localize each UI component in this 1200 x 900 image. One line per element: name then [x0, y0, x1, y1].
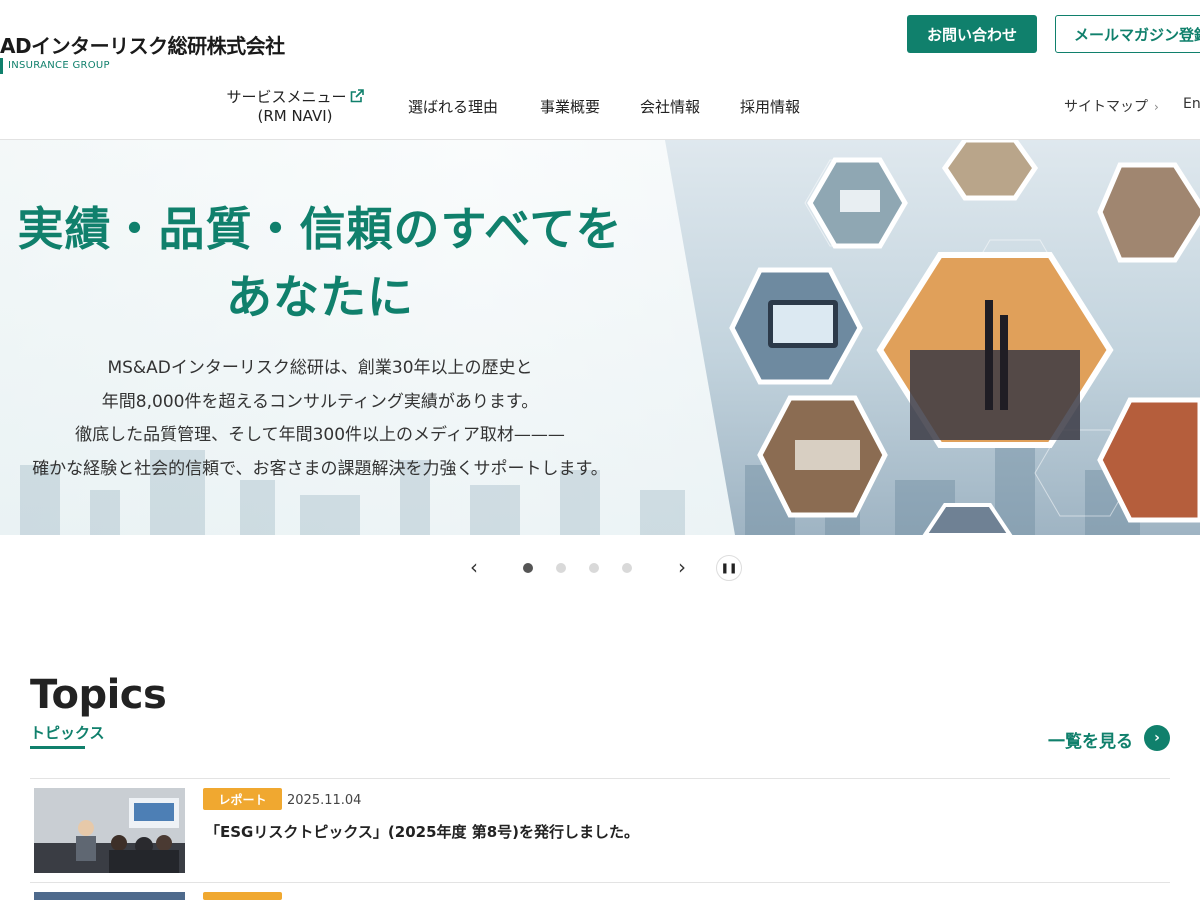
topic-date: 2025.11.04 — [287, 793, 362, 808]
topics-subheading: トピックス — [30, 724, 105, 742]
carousel-dot[interactable] — [523, 563, 533, 573]
newsletter-button[interactable]: メールマガジン登録 — [1055, 15, 1200, 53]
hero-slider[interactable]: 実績・品質・信頼のすべてを あなたに MS&ADインターリスク総研は、創業30年… — [0, 140, 1200, 535]
hero-copy-line: 徹底した品質管理、そして年間300件以上のメディア取材——— — [75, 425, 565, 445]
nav-item-reasons[interactable]: 選ばれる理由 — [408, 96, 498, 117]
hero-title-line1: 実績・品質・信頼のすべてを — [17, 202, 623, 256]
hero-copy-line: MS&ADインターリスク総研は、創業30年以上の歴史と — [107, 358, 533, 378]
language-switch[interactable]: En — [1183, 96, 1200, 112]
carousel-pause-button[interactable]: ❚❚ — [716, 555, 742, 581]
hexagon-photo-grid — [729, 140, 1200, 535]
nav-item-business[interactable]: 事業概要 — [540, 96, 600, 117]
logo-subtitle: INSURANCE GROUP — [0, 58, 110, 74]
chevron-right-icon[interactable]: › — [1144, 725, 1170, 751]
nav-service-sub: (RM NAVI) — [257, 106, 333, 125]
hero-copy-line: 年間8,000件を超えるコンサルティング実績があります。 — [101, 391, 539, 412]
category-badge — [203, 892, 282, 900]
external-link-icon — [350, 88, 364, 107]
pause-icon: ❚❚ — [720, 562, 738, 574]
topics-heading: Topics — [30, 672, 167, 718]
hero-description: MS&ADインターリスク総研は、創業30年以上の歴史と 年間8,000件を超える… — [0, 352, 640, 486]
contact-button[interactable]: お問い合わせ — [907, 15, 1037, 53]
divider — [30, 778, 1170, 779]
see-all-link[interactable]: 一覧を見る — [1048, 727, 1133, 752]
topics-underline — [30, 746, 85, 749]
carousel-dot[interactable] — [589, 563, 599, 573]
site-header: ADインターリスク総研株式会社 INSURANCE GROUP お問い合わせ メ… — [0, 0, 1200, 140]
divider — [30, 882, 1170, 883]
category-badge: レポート — [203, 788, 282, 810]
carousel-next-button[interactable]: › — [672, 556, 692, 578]
chevron-right-icon: › — [1154, 100, 1159, 114]
hero-title-line2: あなたに — [226, 270, 414, 324]
nav-item-service-menu[interactable]: サービスメニュー (RM NAVI) — [210, 88, 380, 125]
nav-service-label: サービスメニュー — [226, 88, 347, 106]
carousel-prev-button[interactable]: ‹ — [464, 556, 484, 578]
hero-copy-line: 確かな経験と社会的信頼で、お客さまの課題解決を力強くサポートします。 — [32, 458, 608, 479]
topic-thumbnail[interactable] — [34, 892, 185, 900]
nav-item-company[interactable]: 会社情報 — [640, 96, 700, 117]
topic-thumbnail[interactable] — [34, 788, 185, 873]
nav-item-recruit[interactable]: 採用情報 — [740, 96, 800, 117]
company-logo[interactable]: ADインターリスク総研株式会社 — [0, 30, 285, 59]
carousel-dot[interactable] — [622, 563, 632, 573]
topic-title[interactable]: 「ESGリスクトピックス」(2025年度 第8号)を発行しました。 — [205, 821, 639, 842]
hero-title: 実績・品質・信頼のすべてを あなたに — [10, 195, 630, 331]
sitemap-label: サイトマップ — [1064, 99, 1148, 115]
sitemap-link[interactable]: サイトマップ › — [1064, 96, 1159, 116]
carousel-dot[interactable] — [556, 563, 566, 573]
